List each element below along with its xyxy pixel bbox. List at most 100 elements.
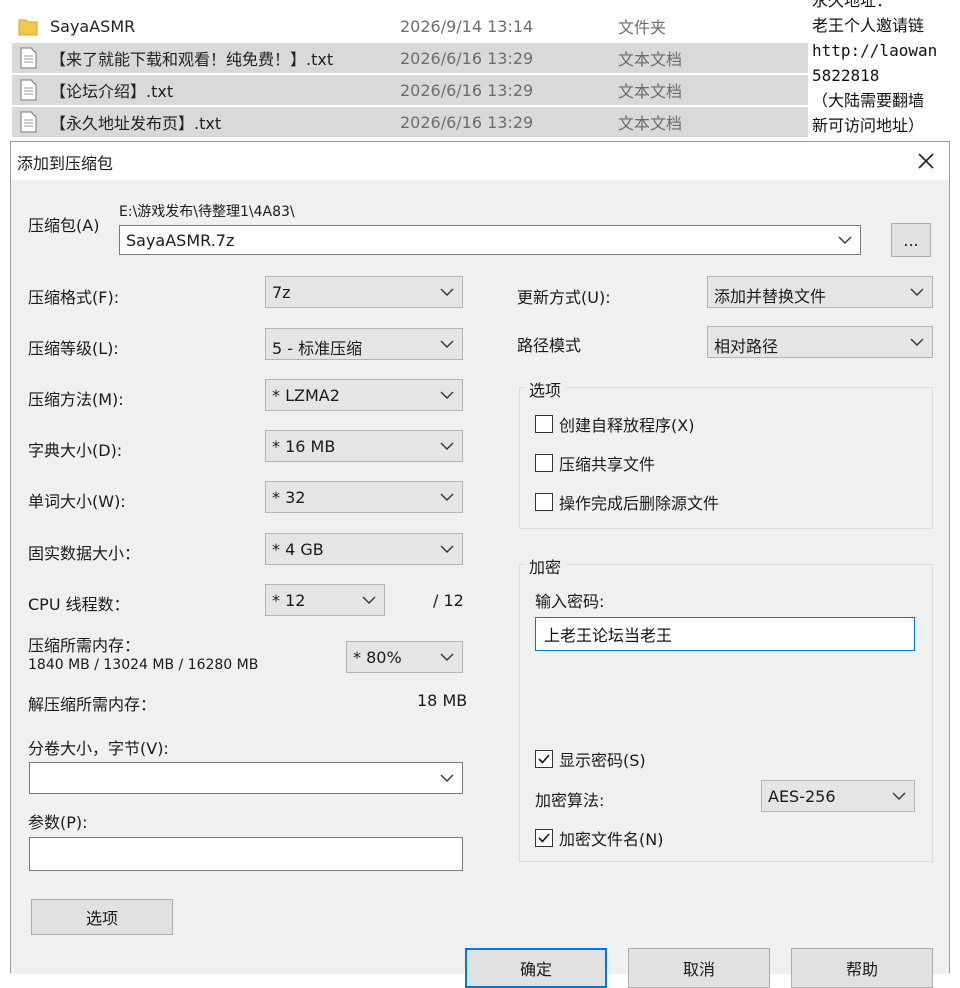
file-name: 【永久地址发布页】.txt: [50, 114, 222, 133]
word-select[interactable]: * 32: [265, 481, 463, 513]
mem-percent-select[interactable]: * 80%: [346, 641, 463, 673]
browse-button[interactable]: ...: [891, 223, 931, 257]
path-value: 相对路径: [714, 337, 779, 356]
archive-label: 压缩包(A): [28, 216, 100, 235]
shared-files-checkbox[interactable]: 压缩共享文件: [535, 451, 655, 475]
shared-files-label: 压缩共享文件: [559, 455, 656, 474]
password-field[interactable]: [535, 617, 915, 651]
word-value: * 32: [272, 488, 306, 507]
format-value: 7z: [272, 283, 291, 302]
level-select[interactable]: 5 - 标准压缩: [265, 328, 463, 360]
file-type: 文本文档: [618, 82, 683, 101]
note-line: 新可访问地址）: [812, 116, 925, 135]
method-label: 压缩方法(M):: [28, 390, 124, 409]
cancel-label: 取消: [682, 960, 715, 979]
mem-comp-label: 压缩所需内存：: [28, 636, 141, 655]
params-input[interactable]: [30, 838, 462, 870]
file-date: 2026/6/16 13:29: [400, 80, 534, 100]
file-name: 【来了就能下载和观看！纯免费！】.txt: [50, 50, 334, 69]
archive-name-combo[interactable]: SayaASMR.7z: [119, 225, 861, 255]
enc-method-select[interactable]: AES-256: [761, 780, 915, 812]
options-button-label: 选项: [85, 909, 118, 928]
update-label: 更新方式(U):: [517, 288, 611, 307]
file-row-txt[interactable]: 【论坛介绍】.txt 2026/6/16 13:29 文本文档: [12, 75, 808, 105]
method-value: * LZMA2: [272, 386, 340, 405]
mem-decomp-value: 18 MB: [417, 691, 468, 710]
chevron-down-icon: [440, 288, 454, 296]
chevron-down-icon: [440, 545, 454, 553]
dict-value: * 16 MB: [272, 437, 336, 456]
text-file-icon: [20, 79, 37, 101]
note-line: （大陆需要翻墙: [812, 91, 925, 110]
checkmark-icon: [538, 833, 550, 843]
dict-select[interactable]: * 16 MB: [265, 430, 463, 462]
chevron-down-icon: [440, 493, 454, 501]
sfx-checkbox[interactable]: 创建自释放程序(X): [535, 412, 694, 436]
update-value: 添加并替换文件: [714, 287, 827, 306]
ok-button[interactable]: 确定: [465, 948, 607, 988]
help-button[interactable]: 帮助: [791, 948, 933, 988]
enc-method-label: 加密算法:: [535, 791, 605, 810]
file-date: 2026/6/16 13:29: [400, 112, 534, 132]
chevron-down-icon: [440, 391, 454, 399]
password-label: 输入密码:: [535, 592, 605, 611]
note-line: http://laowan: [812, 41, 938, 60]
level-label: 压缩等级(L):: [28, 339, 119, 358]
checkbox-box[interactable]: [535, 750, 553, 768]
threads-select[interactable]: * 12: [265, 584, 385, 616]
sfx-label: 创建自释放程序(X): [559, 416, 695, 435]
show-password-label: 显示密码(S): [559, 751, 646, 770]
path-select[interactable]: 相对路径: [707, 326, 933, 358]
text-file-icon: [20, 111, 37, 133]
solid-select[interactable]: * 4 GB: [265, 533, 463, 565]
text-file-icon: [20, 47, 37, 69]
file-name: 【论坛介绍】.txt: [50, 82, 174, 101]
update-select[interactable]: 添加并替换文件: [707, 276, 933, 308]
format-select[interactable]: 7z: [265, 276, 463, 308]
password-input[interactable]: [536, 618, 914, 650]
dialog-title: 添加到压缩包: [17, 154, 114, 173]
word-label: 单词大小(W):: [28, 492, 126, 511]
volume-combo[interactable]: [29, 762, 463, 794]
ok-label: 确定: [519, 960, 552, 979]
solid-value: * 4 GB: [272, 540, 324, 559]
chevron-down-icon: [910, 288, 924, 296]
file-row-txt[interactable]: 【来了就能下载和观看！纯免费！】.txt 2026/6/16 13:29 文本文…: [12, 43, 808, 73]
note-line: 老王个人邀请链: [812, 16, 925, 35]
note-line: 永久地址：: [812, 0, 893, 10]
archive-path: E:\游戏发布\待整理1\4A83\: [119, 204, 295, 220]
dialog-titlebar[interactable]: 添加到压缩包: [11, 142, 949, 180]
encrypt-names-checkbox[interactable]: 加密文件名(N): [535, 826, 663, 850]
method-select[interactable]: * LZMA2: [265, 379, 463, 411]
delete-after-checkbox[interactable]: 操作完成后删除源文件: [535, 490, 719, 514]
cancel-button[interactable]: 取消: [628, 948, 770, 988]
threads-label: CPU 线程数：: [28, 595, 130, 614]
file-type: 文本文档: [618, 50, 683, 69]
checkmark-icon: [538, 754, 550, 764]
params-field[interactable]: [29, 837, 463, 871]
options-button[interactable]: 选项: [31, 899, 173, 935]
show-password-checkbox[interactable]: 显示密码(S): [535, 747, 646, 771]
close-button[interactable]: [909, 146, 943, 176]
file-row-txt[interactable]: 【永久地址发布页】.txt 2026/6/16 13:29 文本文档: [12, 107, 808, 137]
file-row-folder[interactable]: SayaASMR 2026/9/14 13:14 文件夹: [12, 11, 808, 41]
checkbox-box[interactable]: [535, 454, 553, 472]
file-explorer-list: SayaASMR 2026/9/14 13:14 文件夹 【来了就能下载和观看！…: [0, 0, 810, 140]
checkbox-box[interactable]: [535, 829, 553, 847]
checkbox-box[interactable]: [535, 493, 553, 511]
params-label: 参数(P):: [28, 813, 88, 832]
mem-comp-detail: 1840 MB / 13024 MB / 16280 MB: [28, 657, 259, 673]
help-label: 帮助: [845, 960, 878, 979]
file-type: 文件夹: [618, 18, 667, 37]
dict-label: 字典大小(D):: [28, 441, 123, 460]
chevron-down-icon: [838, 236, 852, 244]
archive-name-value: SayaASMR.7z: [126, 231, 235, 250]
chevron-down-icon: [440, 340, 454, 348]
browse-label: ...: [903, 230, 919, 250]
file-type: 文本文档: [618, 114, 683, 133]
checkbox-box[interactable]: [535, 415, 553, 433]
mem-percent-value: * 80%: [353, 648, 402, 667]
mem-decomp-label: 解压缩所需内存：: [28, 695, 157, 714]
delete-after-label: 操作完成后删除源文件: [559, 494, 720, 513]
options-group-title: 选项: [525, 377, 566, 401]
